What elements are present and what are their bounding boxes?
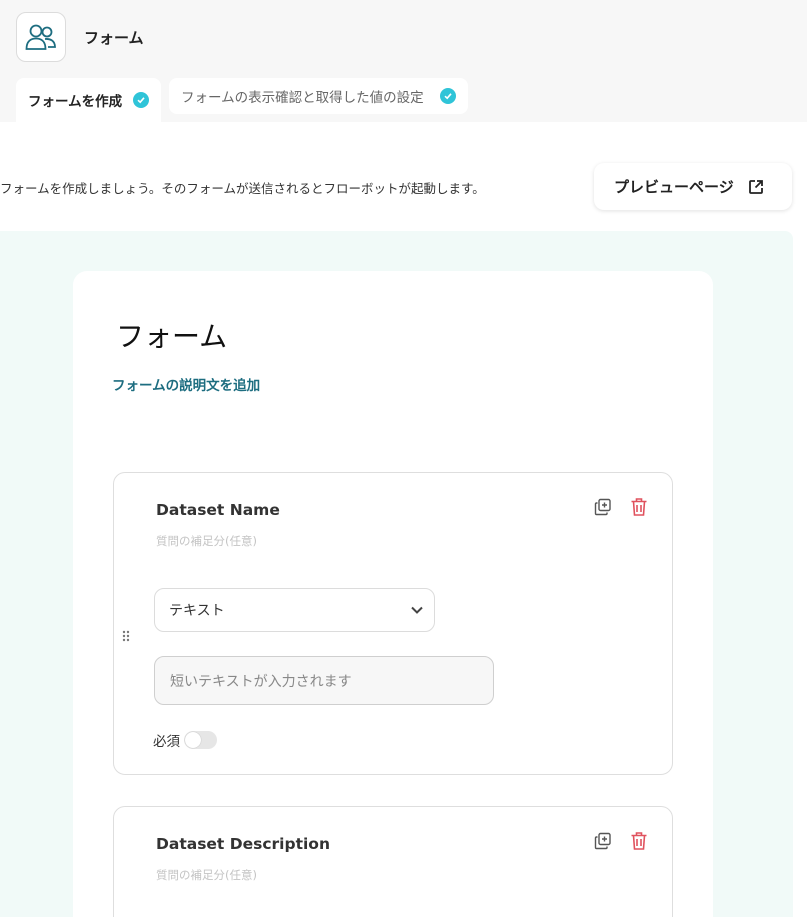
- add-description-link[interactable]: フォームの説明文を追加: [112, 374, 260, 394]
- question-type-select[interactable]: テキスト: [154, 588, 435, 632]
- question-card[interactable]: Dataset Name 質問の補足分(任意) テキスト 短いテキストが入力され…: [113, 472, 673, 775]
- app-icon: [16, 12, 66, 62]
- question-title[interactable]: Dataset Description: [156, 835, 330, 853]
- drag-handle-icon[interactable]: [122, 630, 130, 642]
- toggle-knob: [185, 732, 201, 748]
- external-link-icon: [748, 179, 764, 195]
- tab-display-confirm[interactable]: フォームの表示確認と取得した値の設定: [169, 78, 468, 114]
- check-circle-icon: [133, 92, 149, 108]
- preview-page-button[interactable]: プレビューページ: [594, 163, 792, 210]
- question-subtitle[interactable]: 質問の補足分(任意): [156, 867, 257, 883]
- duplicate-icon[interactable]: [594, 832, 612, 850]
- trash-icon[interactable]: [630, 831, 648, 851]
- question-subtitle[interactable]: 質問の補足分(任意): [156, 533, 257, 549]
- chevron-down-icon: [410, 603, 424, 617]
- question-title[interactable]: Dataset Name: [156, 501, 280, 519]
- required-row: 必須: [153, 730, 217, 750]
- app-title: フォーム: [84, 29, 144, 47]
- answer-preview-input: 短いテキストが入力されます: [154, 656, 494, 705]
- required-label: 必須: [153, 734, 180, 750]
- users-icon: [25, 24, 56, 50]
- trash-icon[interactable]: [630, 497, 648, 517]
- question-type-value: テキスト: [169, 603, 225, 619]
- form-title[interactable]: フォーム: [116, 315, 227, 355]
- intro-text: フォームを作成しましょう。そのフォームが送信されるとフローボットが起動します。: [0, 181, 485, 196]
- tab-label: フォームを作成: [28, 94, 123, 110]
- check-circle-icon: [440, 88, 456, 104]
- preview-button-label: プレビューページ: [614, 178, 734, 196]
- tab-label: フォームの表示確認と取得した値の設定: [181, 90, 424, 106]
- required-toggle[interactable]: [184, 731, 217, 749]
- duplicate-icon[interactable]: [594, 498, 612, 516]
- question-card[interactable]: Dataset Description 質問の補足分(任意): [113, 806, 673, 917]
- tab-create-form[interactable]: フォームを作成: [16, 78, 161, 122]
